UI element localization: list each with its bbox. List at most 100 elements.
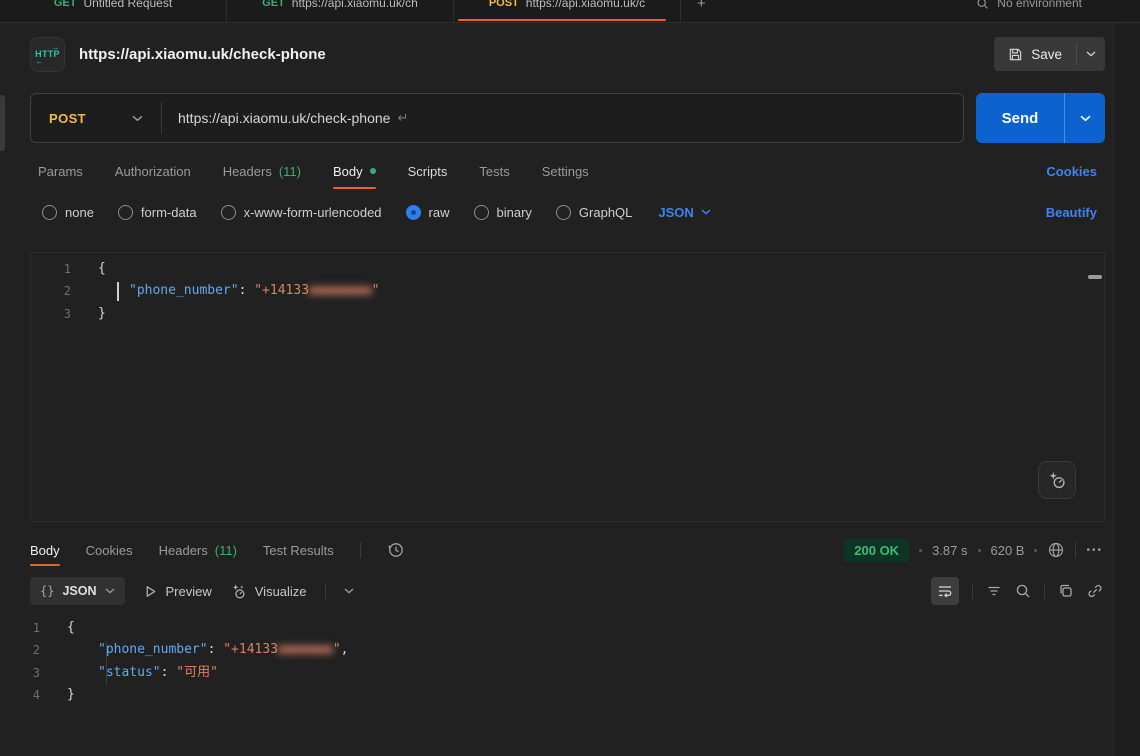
chevron-down-icon — [344, 588, 354, 594]
filter-button[interactable] — [986, 583, 1002, 599]
active-tab-underline — [458, 19, 666, 22]
status-badge[interactable]: 200 OK — [844, 539, 909, 562]
response-tab-test-results[interactable]: Test Results — [263, 532, 334, 568]
globe-icon — [1047, 541, 1065, 559]
play-icon — [143, 584, 158, 599]
mode-none[interactable]: none — [42, 205, 94, 220]
line-number: 1 — [31, 258, 71, 280]
body-modified-dot — [370, 168, 376, 174]
text-cursor — [117, 282, 119, 301]
response-size[interactable]: 620 B — [991, 543, 1025, 558]
filter-icon — [986, 583, 1002, 599]
url-row: POST https://api.xiaomu.uk/check-phone ↵… — [0, 85, 1113, 151]
indent-guide — [106, 641, 107, 685]
search-response-button[interactable] — [1015, 583, 1031, 599]
save-button[interactable]: Save — [994, 37, 1076, 71]
mode-form-data[interactable]: form-data — [118, 205, 197, 220]
code-line: 2 "phone_number": "+14133●●●●●●●●" — [31, 280, 1104, 302]
method-badge: GET — [262, 0, 285, 9]
http-request-icon: → HTTP ← — [30, 37, 65, 72]
history-clock-icon — [387, 541, 405, 559]
mode-binary[interactable]: binary — [474, 205, 532, 220]
preview-button[interactable]: Preview — [143, 584, 212, 599]
editor-scrollbar-thumb[interactable] — [1088, 275, 1102, 279]
response-time[interactable]: 3.87 s — [932, 543, 967, 558]
save-button-group: Save — [994, 37, 1105, 71]
line-number: 3 — [31, 303, 71, 325]
code-line: 1 { — [31, 258, 1104, 280]
body-mode-row: none form-data x-www-form-urlencoded raw… — [0, 191, 1113, 233]
response-body-viewer[interactable]: 1 { 2 "phone_number": "+14133●●●●●●●", 3… — [0, 613, 1113, 707]
tab-scripts[interactable]: Scripts — [408, 151, 448, 191]
response-format-selector[interactable]: {} JSON — [30, 577, 125, 605]
headers-count: (11) — [279, 164, 301, 179]
tab-label: https://api.xiaomu.uk/c — [526, 0, 645, 10]
copy-link-button[interactable] — [1087, 583, 1103, 599]
url-bar: POST https://api.xiaomu.uk/check-phone ↵ — [30, 93, 964, 143]
send-options-button[interactable] — [1064, 93, 1105, 143]
postbot-button[interactable] — [1038, 461, 1076, 499]
code-line: 2 "phone_number": "+14133●●●●●●●", — [0, 639, 1113, 661]
response-header: Body Cookies Headers (11) Test Results — [0, 532, 1113, 568]
mode-graphql[interactable]: GraphQL — [556, 205, 632, 220]
response-toolbar: {} JSON Preview V — [0, 574, 1113, 608]
chevron-down-icon — [1080, 115, 1091, 122]
postbot-sparkle-icon — [1047, 470, 1068, 491]
save-options-button[interactable] — [1077, 37, 1105, 71]
visualize-sparkle-icon — [230, 583, 247, 600]
radio-selected-icon — [406, 205, 421, 220]
save-label: Save — [1031, 47, 1062, 62]
chevron-down-icon — [1086, 51, 1096, 57]
raw-format-selector[interactable]: JSON — [658, 205, 710, 220]
postman-app-window: GET Untitled Request GET https://api.xia… — [0, 0, 1140, 756]
tab-label: Untitled Request — [83, 0, 172, 10]
response-tab-headers[interactable]: Headers (11) — [159, 532, 237, 568]
headers-count: (11) — [215, 543, 237, 558]
line-number: 1 — [0, 617, 40, 639]
copy-response-button[interactable] — [1058, 583, 1074, 599]
network-info-button[interactable] — [1047, 541, 1065, 559]
tab-settings[interactable]: Settings — [542, 151, 589, 191]
request-tab-2[interactable]: GET https://api.xiaomu.uk/ch — [227, 0, 454, 23]
tab-authorization[interactable]: Authorization — [115, 151, 191, 191]
request-header: → HTTP ← https://api.xiaomu.uk/check-pho… — [0, 23, 1113, 85]
line-number: 4 — [0, 684, 40, 706]
method-badge: POST — [489, 0, 519, 9]
tab-params[interactable]: Params — [38, 151, 83, 191]
mode-x-www-form-urlencoded[interactable]: x-www-form-urlencoded — [221, 205, 382, 220]
request-title: https://api.xiaomu.uk/check-phone — [79, 46, 994, 63]
request-tabs: Params Authorization Headers (11) Body S… — [0, 151, 1113, 191]
visualize-button[interactable]: Visualize — [230, 583, 307, 600]
radio-icon — [556, 205, 571, 220]
word-wrap-icon — [937, 583, 953, 599]
request-tab-untitled[interactable]: GET Untitled Request — [0, 0, 227, 23]
radio-icon — [474, 205, 489, 220]
code-line: 1 { — [0, 617, 1113, 639]
more-actions-button[interactable]: ••• — [1086, 545, 1103, 556]
beautify-link[interactable]: Beautify — [1046, 205, 1097, 220]
environment-selector[interactable]: No environment — [976, 0, 1082, 10]
send-button[interactable]: Send — [976, 93, 1064, 143]
tab-tests[interactable]: Tests — [479, 151, 509, 191]
code-line: 3 } — [31, 303, 1104, 325]
response-history-button[interactable] — [387, 532, 405, 568]
code-line: 4 } — [0, 684, 1113, 706]
new-tab-button[interactable]: + — [681, 0, 722, 12]
wrap-text-button[interactable] — [931, 577, 959, 605]
request-body-editor[interactable]: 1 { 2 "phone_number": "+14133●●●●●●●●" 3… — [30, 252, 1105, 522]
method-selector[interactable]: POST — [31, 94, 161, 142]
return-key-glyph: ↵ — [397, 110, 408, 126]
tab-body[interactable]: Body — [333, 151, 376, 191]
link-icon — [1087, 583, 1103, 599]
visualize-options-button[interactable] — [344, 588, 354, 594]
mode-raw[interactable]: raw — [406, 205, 450, 220]
url-input[interactable]: https://api.xiaomu.uk/check-phone ↵ — [162, 94, 408, 142]
request-panel: → HTTP ← https://api.xiaomu.uk/check-pho… — [0, 23, 1113, 756]
chevron-down-icon — [105, 588, 115, 594]
tab-label: https://api.xiaomu.uk/ch — [292, 0, 418, 10]
response-tab-body[interactable]: Body — [30, 532, 60, 568]
line-number: 2 — [31, 280, 71, 302]
response-tab-cookies[interactable]: Cookies — [86, 532, 133, 568]
cookies-link[interactable]: Cookies — [1046, 164, 1097, 179]
tab-headers[interactable]: Headers (11) — [223, 151, 301, 191]
